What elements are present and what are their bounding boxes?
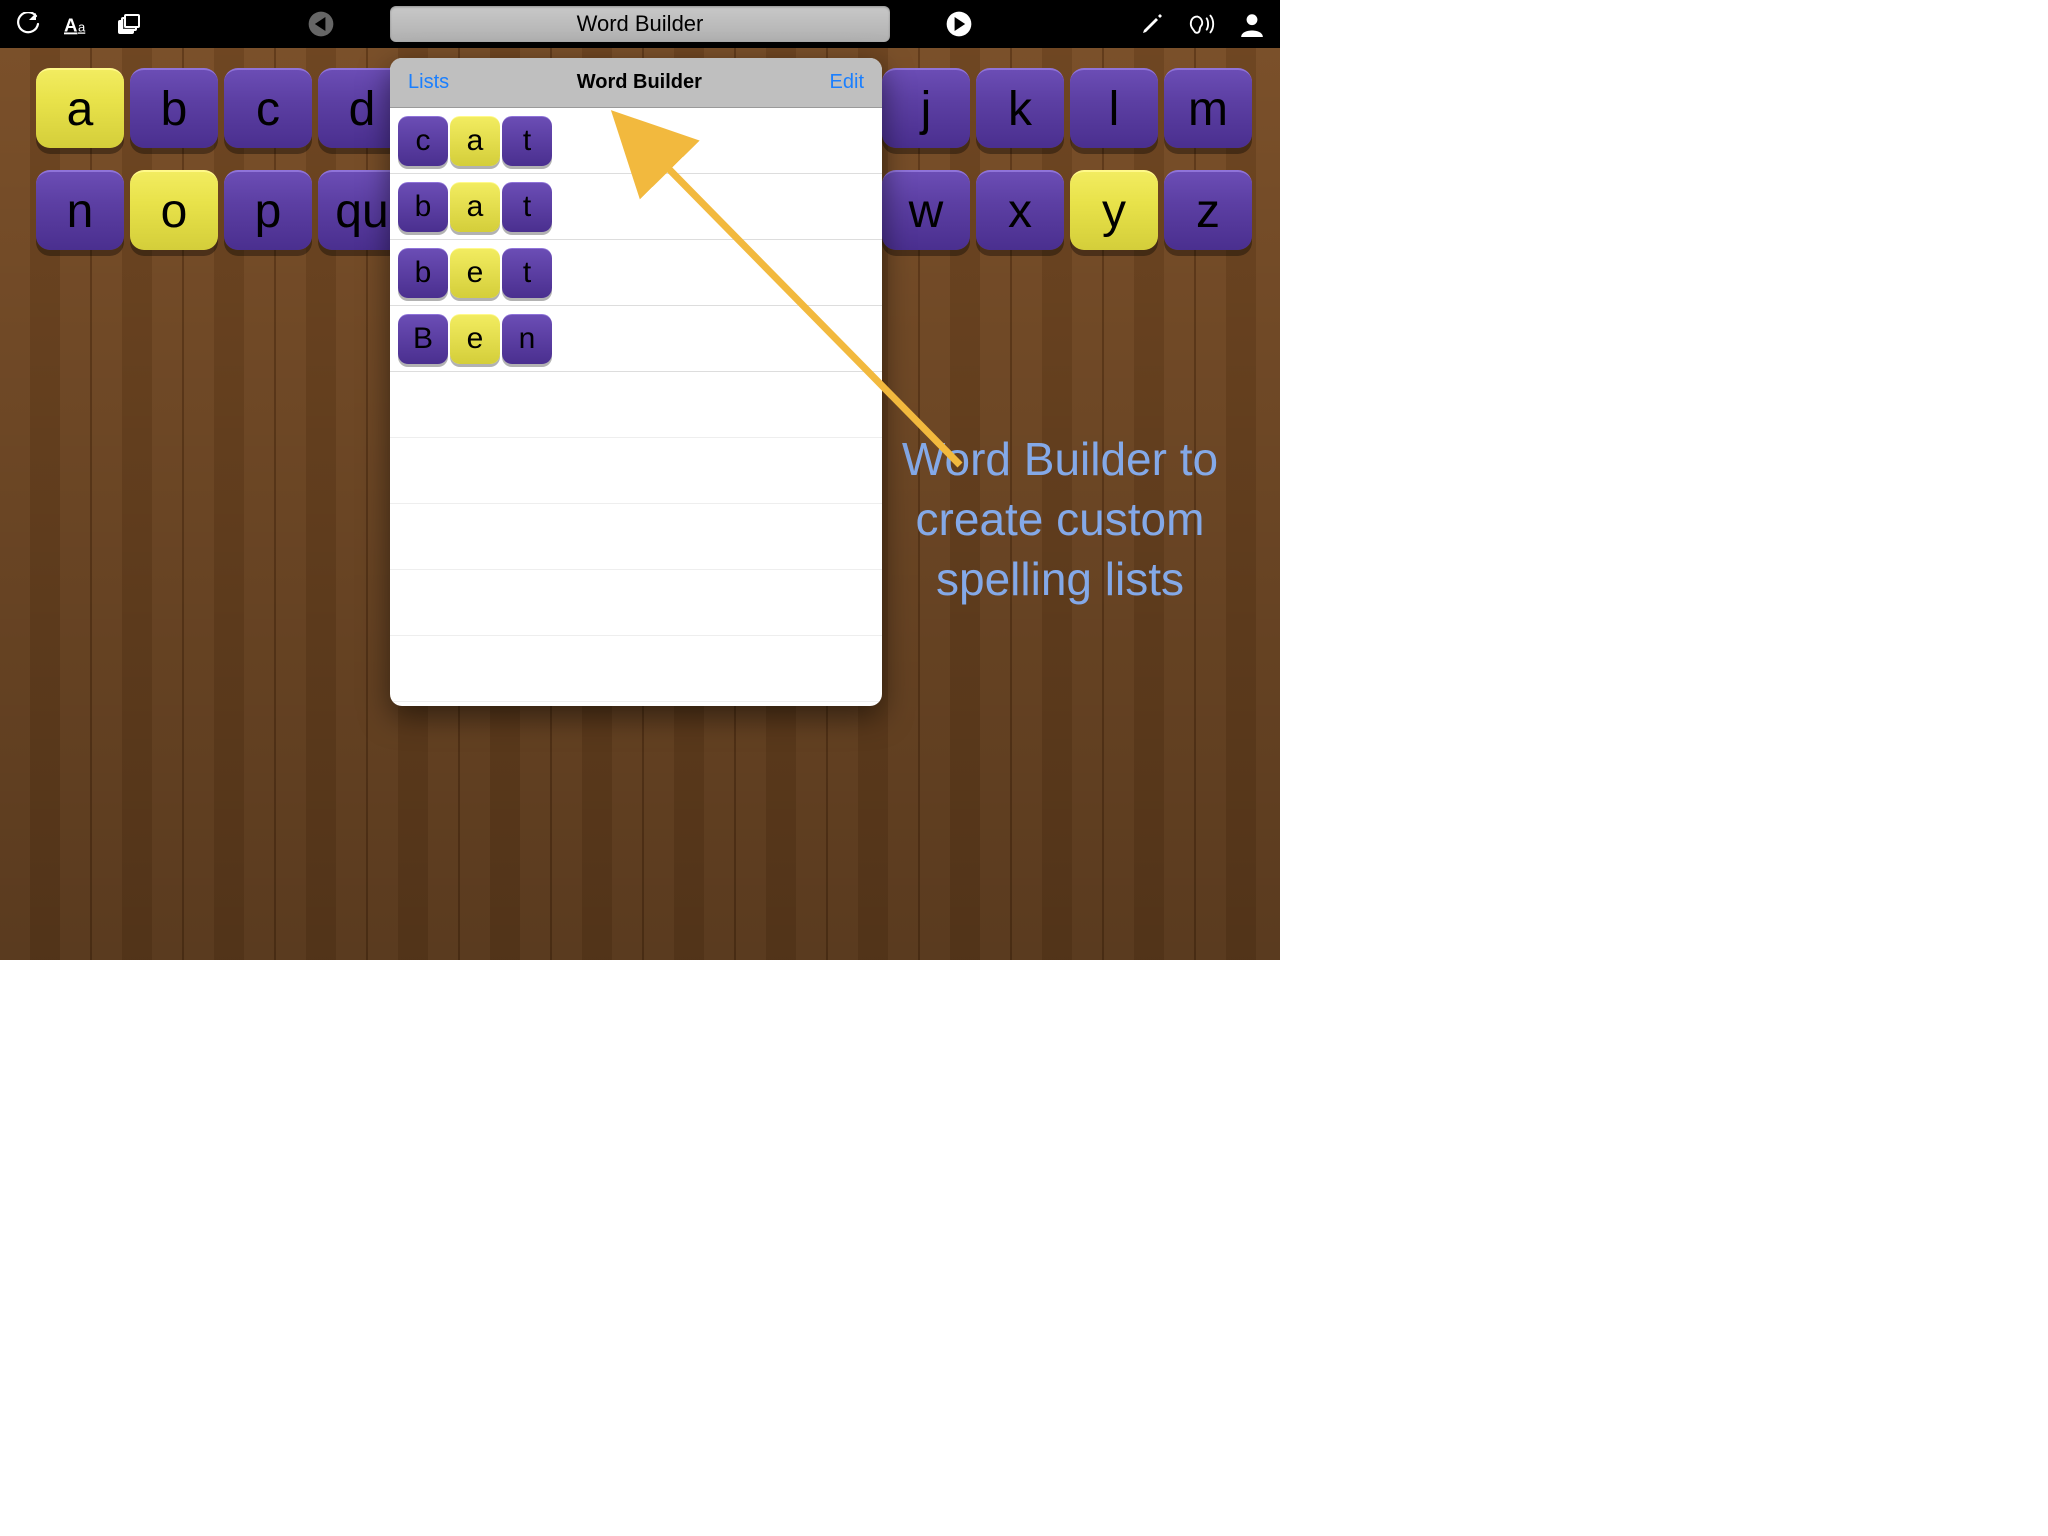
mini-tile-b: b xyxy=(398,248,448,298)
letter-tile-o[interactable]: o xyxy=(130,170,218,250)
empty-row xyxy=(390,504,882,570)
letter-tile-x[interactable]: x xyxy=(976,170,1064,250)
mini-tile-a: a xyxy=(450,182,500,232)
svg-text:a: a xyxy=(78,19,86,34)
letter-tile-b[interactable]: b xyxy=(130,68,218,148)
letter-tile-c[interactable]: c xyxy=(224,68,312,148)
cards-icon[interactable] xyxy=(114,10,142,38)
mini-tile-t: t xyxy=(502,182,552,232)
next-icon[interactable] xyxy=(942,7,976,41)
edit-button[interactable]: Edit xyxy=(830,71,864,94)
toolbar: A a Word Builder xyxy=(0,0,1280,48)
mini-tile-t: t xyxy=(502,248,552,298)
mini-tile-e: e xyxy=(450,248,500,298)
letter-tile-w[interactable]: w xyxy=(882,170,970,250)
user-icon[interactable] xyxy=(1238,10,1266,38)
page-title[interactable]: Word Builder xyxy=(390,6,890,42)
word-builder-popover: Lists Word Builder Edit catbatbetBen xyxy=(390,58,882,706)
word-row[interactable]: cat xyxy=(390,108,882,174)
letter-tile-m[interactable]: m xyxy=(1164,68,1252,148)
mini-tile-b: b xyxy=(398,182,448,232)
ear-icon[interactable] xyxy=(1188,10,1216,38)
empty-row xyxy=(390,372,882,438)
mini-tile-e: e xyxy=(450,314,500,364)
empty-row xyxy=(390,702,882,706)
pencil-icon[interactable] xyxy=(1138,10,1166,38)
mini-tile-c: c xyxy=(398,116,448,166)
empty-row xyxy=(390,438,882,504)
mini-tile-t: t xyxy=(502,116,552,166)
word-row[interactable]: Ben xyxy=(390,306,882,372)
letter-tile-j[interactable]: j xyxy=(882,68,970,148)
letter-tile-k[interactable]: k xyxy=(976,68,1064,148)
mini-tile-a: a xyxy=(450,116,500,166)
popover-title: Word Builder xyxy=(577,71,702,94)
font-icon[interactable]: A a xyxy=(64,10,92,38)
empty-row xyxy=(390,636,882,702)
svg-text:A: A xyxy=(64,14,77,35)
letter-tile-z[interactable]: z xyxy=(1164,170,1252,250)
word-row[interactable]: bet xyxy=(390,240,882,306)
word-row[interactable]: bat xyxy=(390,174,882,240)
letter-tile-n[interactable]: n xyxy=(36,170,124,250)
popover-header: Lists Word Builder Edit xyxy=(390,58,882,108)
letter-tile-p[interactable]: p xyxy=(224,170,312,250)
lists-back-button[interactable]: Lists xyxy=(408,71,449,94)
letter-tile-a[interactable]: a xyxy=(36,68,124,148)
prev-icon[interactable] xyxy=(304,7,338,41)
empty-row xyxy=(390,570,882,636)
letter-tile-l[interactable]: l xyxy=(1070,68,1158,148)
mini-tile-n: n xyxy=(502,314,552,364)
annotation-caption: Word Builder to create custom spelling l… xyxy=(900,430,1220,609)
popover-body[interactable]: catbatbetBen xyxy=(390,108,882,706)
letter-tile-y[interactable]: y xyxy=(1070,170,1158,250)
refresh-icon[interactable] xyxy=(14,10,42,38)
mini-tile-B: B xyxy=(398,314,448,364)
